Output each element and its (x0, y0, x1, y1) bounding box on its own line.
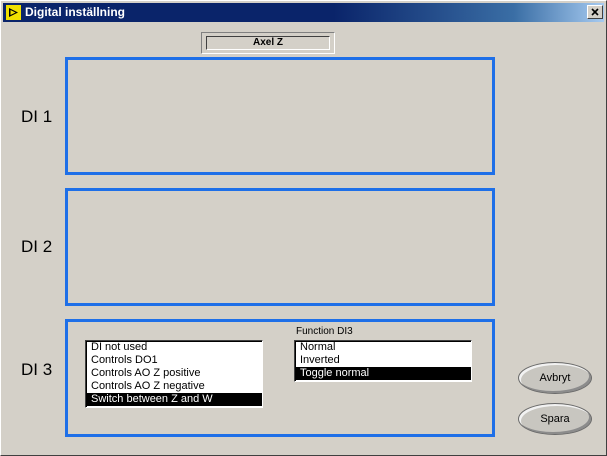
axis-label: Axel Z (206, 36, 330, 50)
close-icon (591, 8, 599, 16)
di2-label: DI 2 (21, 237, 53, 256)
save-button[interactable]: Spara (518, 403, 592, 435)
list-item[interactable]: Controls DO1 (86, 354, 262, 367)
di1-label: DI 1 (21, 107, 53, 126)
di3-mode-listbox[interactable]: DI not used Controls DO1 Controls AO Z p… (85, 340, 263, 408)
di3-label: DI 3 (21, 360, 53, 379)
title-bar[interactable]: Digital inställning (3, 3, 604, 22)
di1-frame (65, 57, 495, 175)
list-item[interactable]: Controls AO Z positive (86, 367, 262, 380)
function-di3-listbox[interactable]: Normal Inverted Toggle normal (294, 340, 472, 382)
list-item-selected[interactable]: Switch between Z and W (86, 393, 262, 406)
di2-frame (65, 188, 495, 306)
list-item[interactable]: DI not used (86, 341, 262, 354)
close-button[interactable] (587, 5, 603, 19)
settings-window: Digital inställning Axel Z DI 1 DI 2 DI … (0, 0, 607, 456)
labview-app-icon (6, 5, 21, 20)
window-title: Digital inställning (25, 5, 126, 19)
list-item[interactable]: Normal (295, 341, 471, 354)
list-item-selected[interactable]: Toggle normal (295, 367, 471, 380)
client-area: Axel Z DI 1 DI 2 DI 3 DI not used Contro… (3, 22, 604, 453)
cancel-button[interactable]: Avbryt (518, 362, 592, 394)
axis-indicator: Axel Z (201, 32, 335, 54)
list-item[interactable]: Inverted (295, 354, 471, 367)
function-di3-label: Function DI3 (296, 326, 353, 337)
list-item[interactable]: Controls AO Z negative (86, 380, 262, 393)
